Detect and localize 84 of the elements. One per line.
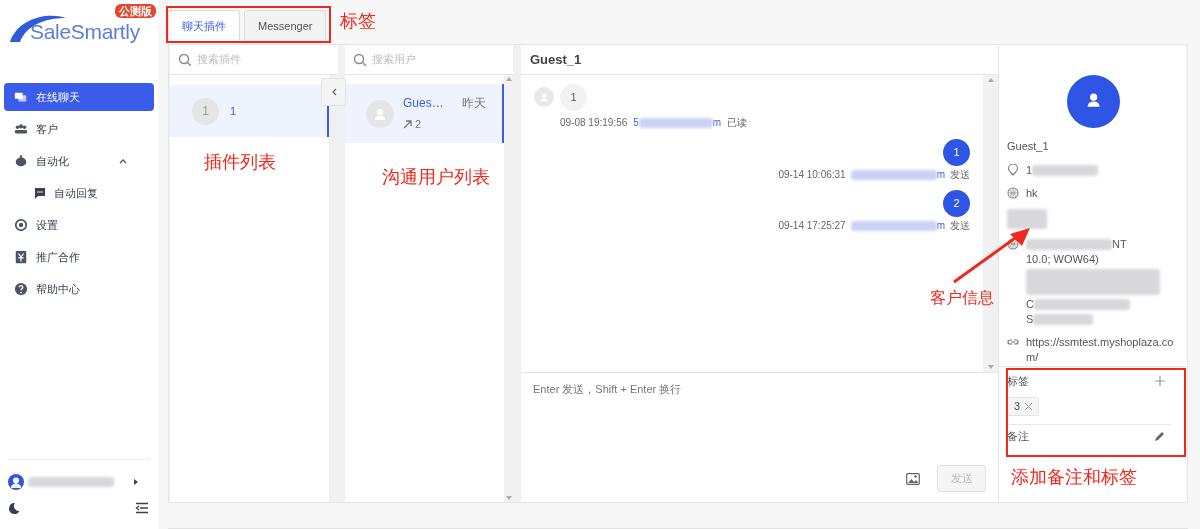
annotation-text: 沟通用户列表 — [382, 166, 490, 189]
close-icon[interactable] — [1025, 403, 1033, 410]
avatar-icon — [1066, 75, 1120, 128]
plugin-item[interactable]: 1 1 — [170, 85, 329, 137]
tab[interactable]: 聊天插件 — [168, 10, 240, 42]
gear-icon — [14, 218, 28, 232]
message-time: 09-14 10:06:31 — [778, 168, 846, 182]
globe-icon — [1007, 237, 1019, 250]
section-title: 标签 — [1007, 373, 1029, 389]
blurred-text — [1033, 313, 1094, 325]
sender-text: 5 — [633, 116, 639, 130]
chevron-left-icon — [330, 88, 337, 96]
customer-name: Guest_1 — [1007, 139, 1050, 154]
beta-badge: 公测版 — [115, 4, 156, 18]
annotation-text: 标签 — [340, 10, 376, 33]
sender-text: m — [712, 116, 722, 130]
nav-item[interactable]: 自动化 — [4, 147, 154, 175]
location-text: 1 — [1026, 162, 1033, 178]
yen-icon — [14, 250, 28, 264]
user-name: Gues… — [403, 95, 444, 113]
logo-text: SaleSmartly — [30, 19, 140, 45]
annotation-text: 插件列表 — [204, 151, 276, 174]
tab[interactable]: Messenger — [244, 10, 327, 42]
blurred-text — [1007, 208, 1047, 229]
user-item[interactable]: Gues… 昨天 2 — [345, 84, 504, 143]
sender-text: m — [936, 219, 945, 233]
search-field[interactable]: 搜索用户 — [372, 51, 492, 68]
message-status: 发送 — [950, 219, 970, 233]
help-icon — [14, 282, 28, 296]
arrow-up-right-icon — [403, 120, 412, 129]
moon-icon[interactable] — [8, 502, 20, 514]
message-icon — [34, 187, 46, 199]
message-time: 09-14 17:25:27 — [778, 219, 846, 233]
sender-text: m — [936, 168, 945, 182]
location-pin-icon — [1007, 163, 1019, 176]
chat-title: Guest_1 — [530, 50, 582, 69]
message-time: 09-08 19:19:56 — [560, 116, 628, 130]
region-text: hk — [1026, 185, 1039, 201]
message-bubble: 2 — [943, 190, 970, 217]
annotation-text: 客户信息 — [930, 288, 994, 308]
avatar: 1 — [192, 97, 219, 125]
annotation-text: 添加备注和标签 — [1011, 466, 1137, 489]
chat-icon — [14, 90, 28, 104]
device-text: 10.0; WOW64) — [1026, 251, 1100, 267]
robot-icon — [14, 154, 28, 168]
device-text: S — [1026, 311, 1034, 327]
avatar-icon — [8, 474, 24, 490]
scroll-up-icon[interactable] — [505, 77, 512, 81]
people-icon — [14, 122, 28, 136]
plus-icon[interactable] — [1155, 375, 1165, 386]
device-text: C — [1026, 296, 1034, 312]
avatar-icon — [366, 99, 394, 128]
collapse-button[interactable] — [321, 78, 346, 106]
collapse-menu-icon[interactable] — [135, 502, 148, 514]
tag-text: 3 — [1014, 399, 1021, 415]
message-count: 2 — [415, 117, 422, 133]
nav-item[interactable]: 客户 — [4, 115, 154, 143]
nav-item[interactable]: 自动回复 — [4, 179, 154, 207]
section-title: 备注 — [1007, 428, 1029, 444]
timestamp: 昨天 — [462, 95, 486, 113]
scroll-down-icon[interactable] — [987, 365, 994, 369]
url-link[interactable]: https://ssmtest.myshoplaza.com/ — [1026, 334, 1179, 365]
search-icon — [353, 53, 366, 66]
scroll-up-icon[interactable] — [987, 78, 994, 82]
message-status: 发送 — [950, 168, 970, 182]
nav-item[interactable]: 设置 — [4, 211, 154, 239]
scroll-down-icon[interactable] — [505, 496, 512, 500]
message-bubble: 1 — [943, 139, 970, 166]
blurred-text — [1032, 164, 1099, 176]
tag-chip[interactable]: 3 — [1007, 397, 1040, 416]
device-text: NT — [1112, 236, 1127, 252]
nav-item[interactable]: 帮助中心 — [4, 275, 154, 303]
nav-item[interactable]: 在线聊天 — [4, 83, 154, 111]
plugin-name: 1 — [230, 103, 237, 119]
message-bubble: 1 — [560, 84, 587, 111]
pencil-icon[interactable] — [1154, 430, 1165, 442]
message-status: 已读 — [727, 116, 748, 130]
search-field[interactable]: 搜索插件 — [197, 51, 317, 68]
nav-item[interactable]: 推广合作 — [4, 243, 154, 271]
message-input[interactable]: Enter 发送，Shift + Enter 换行 — [533, 381, 986, 465]
image-icon[interactable] — [906, 472, 920, 485]
search-icon — [178, 53, 191, 66]
globe-icon — [1007, 186, 1019, 199]
caret-icon[interactable] — [132, 478, 140, 486]
